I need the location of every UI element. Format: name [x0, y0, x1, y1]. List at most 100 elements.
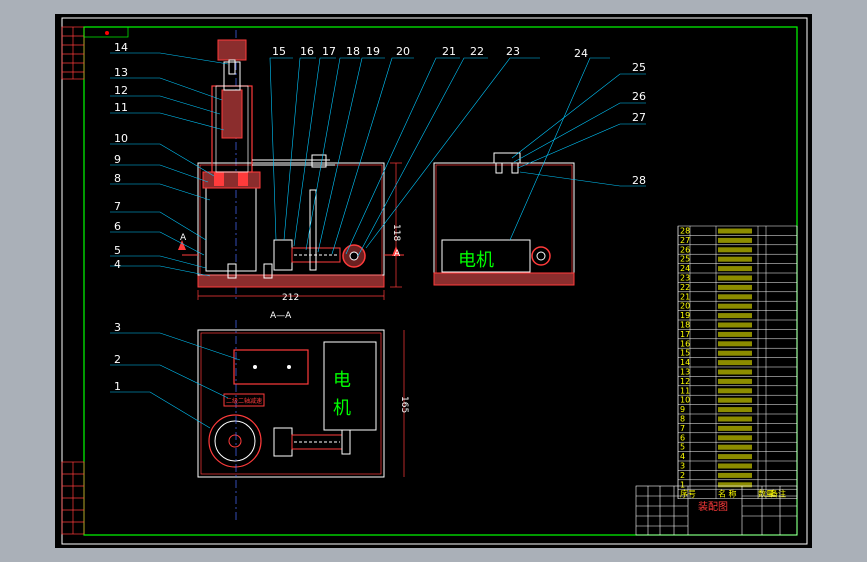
- callout-4[interactable]: 4: [114, 258, 121, 271]
- parts-table-row-number: 2: [680, 471, 685, 480]
- callout-13[interactable]: 13: [114, 66, 128, 79]
- parts-table-name-cell: [718, 463, 752, 469]
- parts-table-row-number: 25: [680, 255, 690, 264]
- section-label-left: A: [180, 233, 187, 243]
- parts-table-row-number: 16: [680, 339, 690, 348]
- callout-23[interactable]: 23: [506, 45, 520, 58]
- parts-table-name-cell: [718, 378, 752, 384]
- callout-5[interactable]: 5: [114, 244, 121, 257]
- title-marker-dot: [105, 31, 109, 35]
- parts-table-name-cell: [718, 360, 752, 366]
- parts-table-row-number: 22: [680, 283, 690, 292]
- callout-20[interactable]: 20: [396, 45, 410, 58]
- parts-table-name-cell: [718, 369, 752, 375]
- parts-table-row-number: 15: [680, 349, 690, 358]
- callout-25[interactable]: 25: [632, 61, 646, 74]
- parts-table-row-number: 24: [680, 264, 690, 273]
- parts-table-row-number: 19: [680, 311, 690, 320]
- parts-table-name-cell: [718, 247, 752, 253]
- parts-table-row-number: 8: [680, 415, 685, 424]
- callout-10[interactable]: 10: [114, 132, 128, 145]
- parts-table-row-number: 28: [680, 227, 690, 236]
- callout-15[interactable]: 15: [272, 45, 286, 58]
- callout-22[interactable]: 22: [470, 45, 484, 58]
- callout-27[interactable]: 27: [632, 111, 646, 124]
- callout-6[interactable]: 6: [114, 220, 121, 233]
- callout-3[interactable]: 3: [114, 321, 121, 334]
- section-label-right: A: [394, 249, 401, 259]
- cad-viewer: 212 118 A A A—A 电机 165 电 机 二级二轴减速 14 13 …: [0, 0, 867, 562]
- callout-16[interactable]: 16: [300, 45, 314, 58]
- parts-table-name-cell: [718, 454, 752, 460]
- parts-table-name-cell: [718, 284, 752, 290]
- parts-table-name-cell: [718, 322, 752, 328]
- parts-table-row-number: 13: [680, 368, 690, 377]
- parts-table-row-number: 12: [680, 377, 690, 386]
- callout-17[interactable]: 17: [322, 45, 336, 58]
- cad-drawing-canvas[interactable]: 212 118 A A A—A 电机 165 电 机 二级二轴减速 14 13 …: [0, 0, 867, 562]
- parts-table-row-number: 26: [680, 245, 690, 254]
- parts-table-name-cell: [718, 303, 752, 309]
- parts-table-header-cell: 备注: [770, 489, 786, 499]
- parts-table-row-number: 9: [680, 405, 685, 414]
- callout-28[interactable]: 28: [632, 174, 646, 187]
- parts-table-name-cell: [718, 350, 752, 356]
- callout-19[interactable]: 19: [366, 45, 380, 58]
- parts-table-row-number: 20: [680, 302, 690, 311]
- parts-table-row-number: 23: [680, 274, 690, 283]
- motor-label-side: 电机: [458, 250, 494, 271]
- parts-table-name-cell: [718, 407, 752, 413]
- parts-table-name-cell: [718, 425, 752, 431]
- callout-21[interactable]: 21: [442, 45, 456, 58]
- parts-table-row-number: 1: [680, 480, 685, 489]
- callout-18[interactable]: 18: [346, 45, 360, 58]
- parts-table-name-cell: [718, 444, 752, 450]
- parts-table-row-number: 17: [680, 330, 690, 339]
- plate-label: 二级二轴减速: [226, 397, 262, 405]
- dim-width-front: 212: [282, 293, 299, 303]
- callout-2[interactable]: 2: [114, 353, 121, 366]
- parts-table-row-number: 3: [680, 462, 685, 471]
- dim-height-front: 118: [391, 224, 401, 241]
- parts-table-name-cell: [718, 416, 752, 422]
- parts-table-name-cell: [718, 275, 752, 281]
- parts-table-row-number: 18: [680, 321, 690, 330]
- dim-depth-plan: 165: [399, 396, 409, 413]
- callout-9[interactable]: 9: [114, 153, 121, 166]
- parts-table-name-cell: [718, 472, 752, 478]
- parts-table-name-cell: [718, 294, 752, 300]
- parts-table-header-cell: 名 称: [718, 489, 737, 499]
- callout-14[interactable]: 14: [114, 41, 128, 54]
- motor-label-plan-2: 机: [333, 398, 351, 419]
- parts-table-row-number: 7: [680, 424, 685, 433]
- section-view-title: A—A: [270, 311, 292, 321]
- title-drawing-name: 装配图: [698, 500, 728, 513]
- parts-table-name-cell: [718, 482, 752, 488]
- parts-table-name-cell: [718, 388, 752, 394]
- callout-1[interactable]: 1: [114, 380, 121, 393]
- parts-table-row-number: 10: [680, 396, 690, 405]
- parts-table-name-cell: [718, 228, 752, 234]
- parts-table-name-cell: [718, 237, 752, 243]
- parts-table-name-cell: [718, 435, 752, 441]
- parts-table-name-cell: [718, 397, 752, 403]
- parts-table-row-number: 11: [680, 386, 690, 395]
- callout-24[interactable]: 24: [574, 47, 588, 60]
- callout-12[interactable]: 12: [114, 84, 128, 97]
- parts-table-name-cell: [718, 313, 752, 319]
- callout-26[interactable]: 26: [632, 90, 646, 103]
- parts-table-row-number: 14: [680, 358, 690, 367]
- parts-table-row-number: 21: [680, 292, 690, 301]
- callout-11[interactable]: 11: [114, 101, 128, 114]
- parts-table-name-cell: [718, 266, 752, 272]
- callout-7[interactable]: 7: [114, 200, 121, 213]
- parts-table-row-number: 5: [680, 443, 685, 452]
- parts-table-name-cell: [718, 331, 752, 337]
- callout-8[interactable]: 8: [114, 172, 121, 185]
- parts-table-row-number: 4: [680, 452, 685, 461]
- parts-table-name-cell: [718, 341, 752, 347]
- parts-table-name-cell: [718, 256, 752, 262]
- parts-table-row-number: 6: [680, 433, 685, 442]
- motor-label-plan-1: 电: [333, 370, 351, 391]
- parts-table-row-number: 27: [680, 236, 690, 245]
